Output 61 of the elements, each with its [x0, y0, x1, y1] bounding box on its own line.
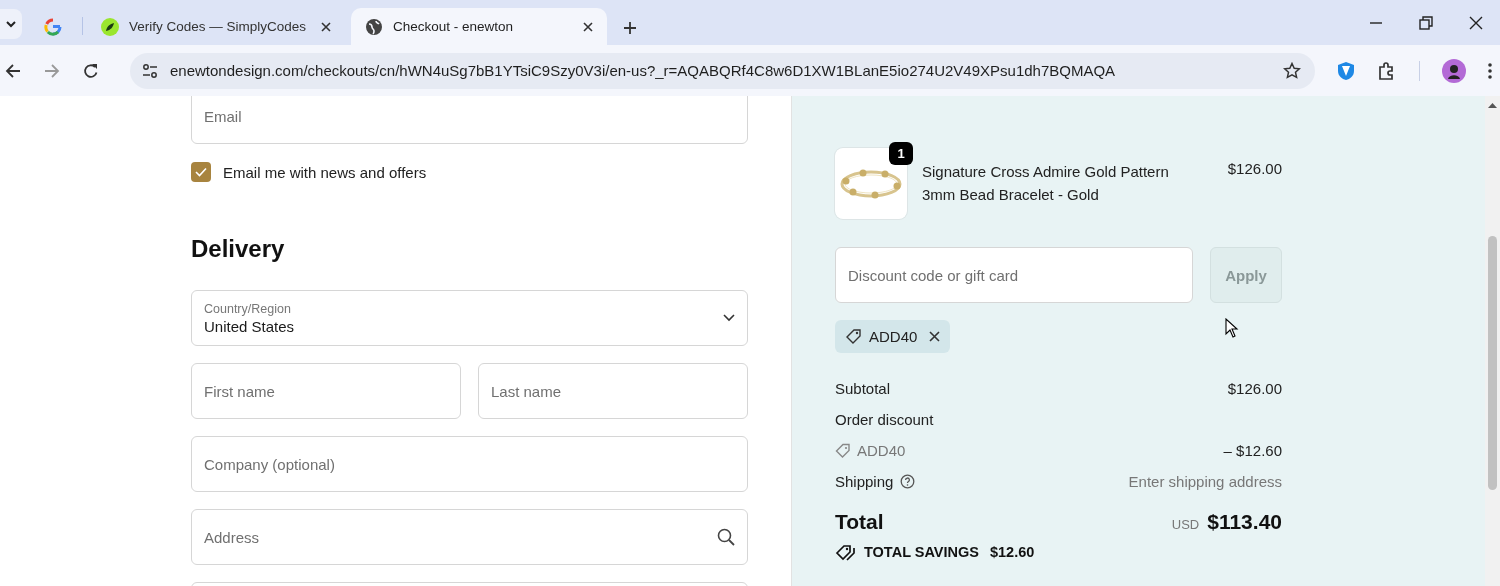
chevron-down-icon [6, 20, 16, 28]
tag-icon [835, 442, 851, 459]
browser-tab[interactable]: Verify Codes — SimplyCodes [87, 8, 345, 45]
tag-icon [845, 327, 863, 346]
quantity-badge: 1 [889, 142, 913, 165]
discount-code: ADD40 [857, 442, 906, 459]
discount-tag: ADD40 [835, 320, 951, 353]
reload-icon[interactable] [83, 62, 99, 79]
summary-value: – $12.60 [1223, 442, 1282, 459]
total-label: Total [835, 510, 884, 534]
restore-icon[interactable] [1419, 15, 1433, 30]
input-field[interactable]: Last name [478, 363, 748, 419]
help-icon[interactable] [900, 474, 916, 489]
address-bar[interactable]: enewtondesign.com/checkouts/cn/hWN4uSg7bB1YTsiC9Szy0V3i/en-us?_r=AQABQRf4C8w6D1XW1BLanE5io274U2V49XPsu1dh7BQMAQA [130, 52, 1315, 89]
close-icon[interactable] [929, 331, 941, 342]
shield-icon[interactable] [1337, 60, 1355, 81]
new-tab-icon[interactable] [623, 21, 637, 35]
scroll-up-icon[interactable] [1488, 102, 1497, 108]
check-icon [195, 167, 207, 177]
savings-amount: $12.60 [989, 544, 1035, 560]
product-price: $126.00 [1227, 160, 1282, 177]
summary-value: Enter shipping address [1128, 473, 1282, 490]
summary-value: $126.00 [1227, 380, 1282, 397]
country-select[interactable]: Country/Region United States [191, 290, 748, 346]
close-icon[interactable] [583, 21, 593, 32]
savings-label: TOTAL SAVINGS [864, 544, 979, 560]
field-value: United States [204, 317, 295, 335]
chevron-down-icon [723, 314, 735, 322]
tune-icon[interactable] [142, 62, 158, 79]
cursor-icon [1225, 318, 1239, 338]
back-icon[interactable] [5, 62, 21, 79]
tags-icon [835, 543, 855, 561]
more-icon[interactable] [1488, 62, 1492, 79]
section-heading: Delivery [191, 235, 286, 263]
field-label: Country/Region [204, 301, 292, 316]
email-field[interactable]: Email [191, 96, 748, 144]
globe-icon [365, 17, 383, 36]
close-icon[interactable] [321, 21, 331, 32]
summary-label: Order discount [835, 411, 934, 428]
product-name: Signature Cross Admire Gold Pattern 3mm Bead Bracelet - Gold [922, 162, 1170, 205]
tab-list-button[interactable] [0, 9, 22, 39]
forward-icon[interactable] [44, 62, 60, 79]
input-field[interactable]: Company (optional) [191, 436, 748, 492]
leaf-icon [101, 17, 119, 36]
address-field[interactable]: Address [191, 509, 748, 565]
tab-title: Verify Codes — SimplyCodes [129, 19, 307, 34]
browser-tab[interactable]: Checkout - enewton [351, 8, 607, 45]
avatar-icon[interactable] [1442, 58, 1466, 83]
close-icon[interactable] [1469, 15, 1483, 30]
summary-label: Shipping [835, 473, 894, 490]
total-amount: $113.40 [1207, 510, 1282, 534]
star-icon[interactable] [1283, 61, 1301, 80]
input-field[interactable]: First name [191, 363, 461, 419]
summary-label: Subtotal [835, 380, 891, 397]
checkbox-label: Email me with news and offers [223, 163, 427, 181]
scrollbar-thumb[interactable] [1488, 236, 1497, 490]
checkbox[interactable] [191, 162, 211, 182]
google-icon [44, 17, 62, 36]
search-icon [717, 528, 735, 546]
currency-code: USD [1171, 517, 1200, 532]
tab-title: Checkout - enewton [393, 19, 514, 34]
